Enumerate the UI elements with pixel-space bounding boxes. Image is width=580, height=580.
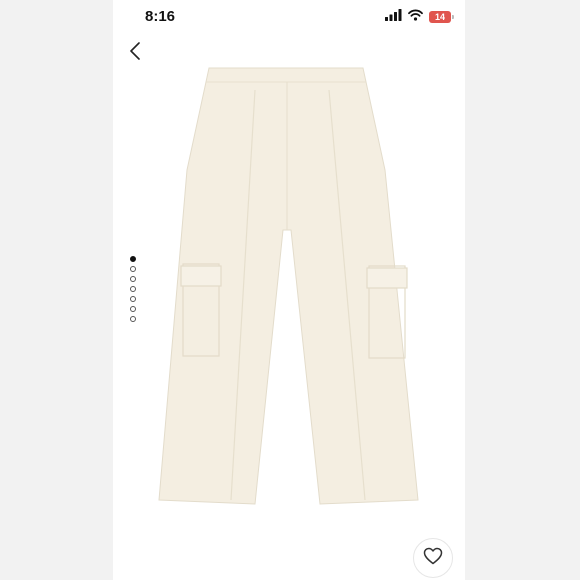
status-icons: 14	[385, 8, 454, 26]
pagination-dot[interactable]	[130, 316, 136, 322]
pagination-dot[interactable]	[130, 276, 136, 282]
like-button[interactable]	[413, 538, 453, 578]
product-image[interactable]	[113, 30, 465, 580]
signal-icon	[385, 8, 402, 26]
status-bar: 8:16 14	[113, 0, 465, 34]
wifi-icon	[408, 8, 423, 26]
heart-icon	[423, 547, 443, 570]
pagination-dot[interactable]	[130, 306, 136, 312]
pagination-dot[interactable]	[130, 296, 136, 302]
pagination-dot[interactable]	[130, 256, 136, 262]
image-pagination	[130, 256, 138, 322]
chevron-left-icon	[129, 41, 141, 65]
battery-icon: 14	[429, 11, 454, 23]
pagination-dot[interactable]	[130, 286, 136, 292]
back-button[interactable]	[123, 40, 147, 66]
pagination-dot[interactable]	[130, 266, 136, 272]
status-time: 8:16	[145, 8, 176, 25]
product-screen: 8:16 14	[113, 0, 465, 580]
